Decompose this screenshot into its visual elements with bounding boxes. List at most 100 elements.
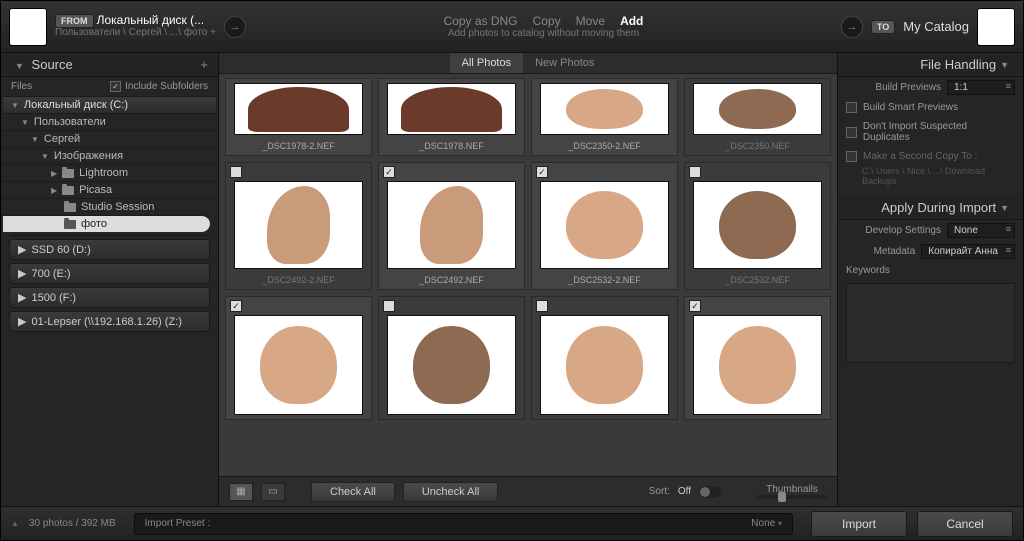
- thumbnail-cell[interactable]: ✓ _DSC2492.NEF: [378, 162, 525, 290]
- tree-drive[interactable]: ▶01-Lepser (\\192.168.1.26) (Z:): [9, 311, 210, 332]
- check-all-button[interactable]: Check All: [311, 482, 395, 502]
- mode-copy[interactable]: Copy: [533, 14, 561, 28]
- settings-panel: File Handling ▼ Build Previews 1:1 Build…: [837, 53, 1023, 506]
- thumbnail-cell[interactable]: ✓: [684, 296, 831, 420]
- keywords-input[interactable]: [846, 283, 1015, 363]
- build-previews-label: Build Previews: [875, 82, 941, 93]
- sort-toggle[interactable]: [699, 486, 721, 498]
- thumbnail-cell[interactable]: ✓: [225, 296, 372, 420]
- to-badge: TO: [871, 20, 895, 34]
- source-swatch[interactable]: [9, 8, 47, 46]
- thumbnail-image: [234, 83, 363, 135]
- develop-settings-label: Develop Settings: [865, 225, 941, 236]
- cancel-button[interactable]: Cancel: [917, 511, 1013, 537]
- tree-drive-c[interactable]: ▼Локальный диск (C:): [3, 96, 216, 113]
- tree-node[interactable]: ▶Picasa: [3, 181, 216, 198]
- source-title[interactable]: Локальный диск (...: [97, 13, 205, 27]
- thumbnail-checkbox[interactable]: ✓: [383, 166, 395, 178]
- thumbnail-grid: _DSC1978-2.NEF _DSC1978.NEF _DSC2350-2.NEF…: [219, 74, 837, 476]
- disclosure-icon[interactable]: ▼: [1000, 203, 1009, 213]
- thumbnail-checkbox[interactable]: [536, 300, 548, 312]
- thumbnail-cell[interactable]: [531, 296, 678, 420]
- thumbnail-image: [234, 181, 363, 269]
- tree-drive[interactable]: ▶1500 (F:): [9, 287, 210, 308]
- bottom-bar: ▲ 30 photos / 392 MB Import Preset : Non…: [1, 506, 1023, 540]
- source-header: Source: [32, 57, 73, 72]
- thumbnail-checkbox[interactable]: ✓: [536, 166, 548, 178]
- metadata-select[interactable]: Копирайт Анна: [921, 244, 1015, 259]
- thumbnail-image: [234, 315, 363, 415]
- tree-drive[interactable]: ▶700 (E:): [9, 263, 210, 284]
- thumbnail-cell[interactable]: _DSC2492-2.NEF: [225, 162, 372, 290]
- from-badge: FROM: [55, 14, 94, 28]
- tree-node[interactable]: ▶Lightroom: [3, 164, 216, 181]
- arrow-right-icon[interactable]: →: [224, 16, 246, 38]
- folder-icon: [64, 220, 76, 229]
- destination-swatch[interactable]: [977, 8, 1015, 46]
- second-copy-checkbox[interactable]: Make a Second Copy To :: [838, 147, 1023, 166]
- disclosure-icon[interactable]: ▼: [15, 61, 24, 71]
- uncheck-all-button[interactable]: Uncheck All: [403, 482, 498, 502]
- grid-view-icon[interactable]: ▦: [229, 483, 253, 501]
- mode-copy-dng[interactable]: Copy as DNG: [443, 14, 517, 28]
- folder-icon: [64, 203, 76, 212]
- thumbnail-cell[interactable]: _DSC1978.NEF: [378, 78, 525, 156]
- mode-add[interactable]: Add: [620, 14, 643, 28]
- thumbnail-size-slider[interactable]: [757, 495, 827, 499]
- file-handling-header: File Handling: [920, 57, 996, 72]
- thumbnail-filename: _DSC2492-2.NEF: [226, 273, 371, 289]
- top-bar: FROM Локальный диск (... Пользователи \ …: [1, 1, 1023, 53]
- thumbnail-checkbox[interactable]: [383, 300, 395, 312]
- tab-new-photos[interactable]: New Photos: [523, 53, 606, 73]
- import-button[interactable]: Import: [811, 511, 907, 537]
- thumbnail-cell[interactable]: _DSC2532.NEF: [684, 162, 831, 290]
- add-source-icon[interactable]: +: [200, 57, 208, 72]
- files-label[interactable]: Files: [11, 81, 32, 92]
- build-previews-select[interactable]: 1:1: [947, 80, 1015, 95]
- thumbnail-checkbox[interactable]: [689, 166, 701, 178]
- import-preset-bar[interactable]: Import Preset : None ▾: [134, 513, 793, 535]
- destination-title[interactable]: My Catalog: [903, 19, 969, 34]
- apply-during-import-header: Apply During Import: [881, 200, 996, 215]
- thumbnail-cell[interactable]: [378, 296, 525, 420]
- thumbnail-image: [387, 83, 516, 135]
- tree-node[interactable]: ▼Сергей: [3, 130, 216, 147]
- include-subfolders-checkbox[interactable]: ✓Include Subfolders: [110, 81, 208, 92]
- sort-value[interactable]: Off: [678, 486, 691, 497]
- thumbnail-filename: _DSC2350.NEF: [685, 139, 830, 155]
- thumbnail-cell[interactable]: _DSC2350-2.NEF: [531, 78, 678, 156]
- folder-icon: [62, 186, 74, 195]
- folder-icon: [62, 169, 74, 178]
- thumbnail-cell[interactable]: _DSC1978-2.NEF: [225, 78, 372, 156]
- thumbnail-cell[interactable]: ✓_DSC2532-2.NEF: [531, 162, 678, 290]
- disclosure-icon[interactable]: ▼: [1000, 60, 1009, 70]
- develop-settings-select[interactable]: None: [947, 223, 1015, 238]
- thumbnail-filename: _DSC1978.NEF: [379, 139, 524, 155]
- tree-node[interactable]: ▼Пользователи: [3, 113, 216, 130]
- folder-tree: ▼Локальный диск (C:) ▼Пользователи ▼Серг…: [1, 96, 218, 506]
- arrow-right-icon[interactable]: →: [841, 16, 863, 38]
- tree-drive[interactable]: ▶SSD 60 (D:): [9, 239, 210, 260]
- thumbnail-image: [693, 315, 822, 415]
- thumbnail-checkbox[interactable]: ✓: [689, 300, 701, 312]
- tree-node[interactable]: Studio Session: [3, 198, 216, 215]
- mode-move[interactable]: Move: [576, 14, 605, 28]
- thumbnail-filename: _DSC1978-2.NEF: [226, 139, 371, 155]
- thumbnail-checkbox[interactable]: [230, 166, 242, 178]
- thumbnail-image: [693, 83, 822, 135]
- thumbnail-filename: _DSC2350-2.NEF: [532, 139, 677, 155]
- tree-node-selected[interactable]: фото: [3, 215, 210, 232]
- smart-previews-checkbox[interactable]: Build Smart Previews: [838, 98, 1023, 117]
- thumbnail-image: [693, 181, 822, 269]
- tab-all-photos[interactable]: All Photos: [450, 53, 524, 73]
- skip-duplicates-checkbox[interactable]: Don't Import Suspected Duplicates: [838, 117, 1023, 147]
- thumbnail-cell[interactable]: _DSC2350.NEF: [684, 78, 831, 156]
- metadata-label: Metadata: [874, 246, 916, 257]
- sort-label: Sort:: [649, 486, 670, 497]
- chevron-up-icon[interactable]: ▲: [11, 519, 19, 528]
- thumbnail-filename: _DSC2492.NEF: [379, 273, 524, 289]
- thumbnail-checkbox[interactable]: ✓: [230, 300, 242, 312]
- source-panel: ▼ Source + Files ✓Include Subfolders ▼Ло…: [1, 53, 219, 506]
- tree-node[interactable]: ▼Изображения: [3, 147, 216, 164]
- loupe-view-icon[interactable]: ▭: [261, 483, 285, 501]
